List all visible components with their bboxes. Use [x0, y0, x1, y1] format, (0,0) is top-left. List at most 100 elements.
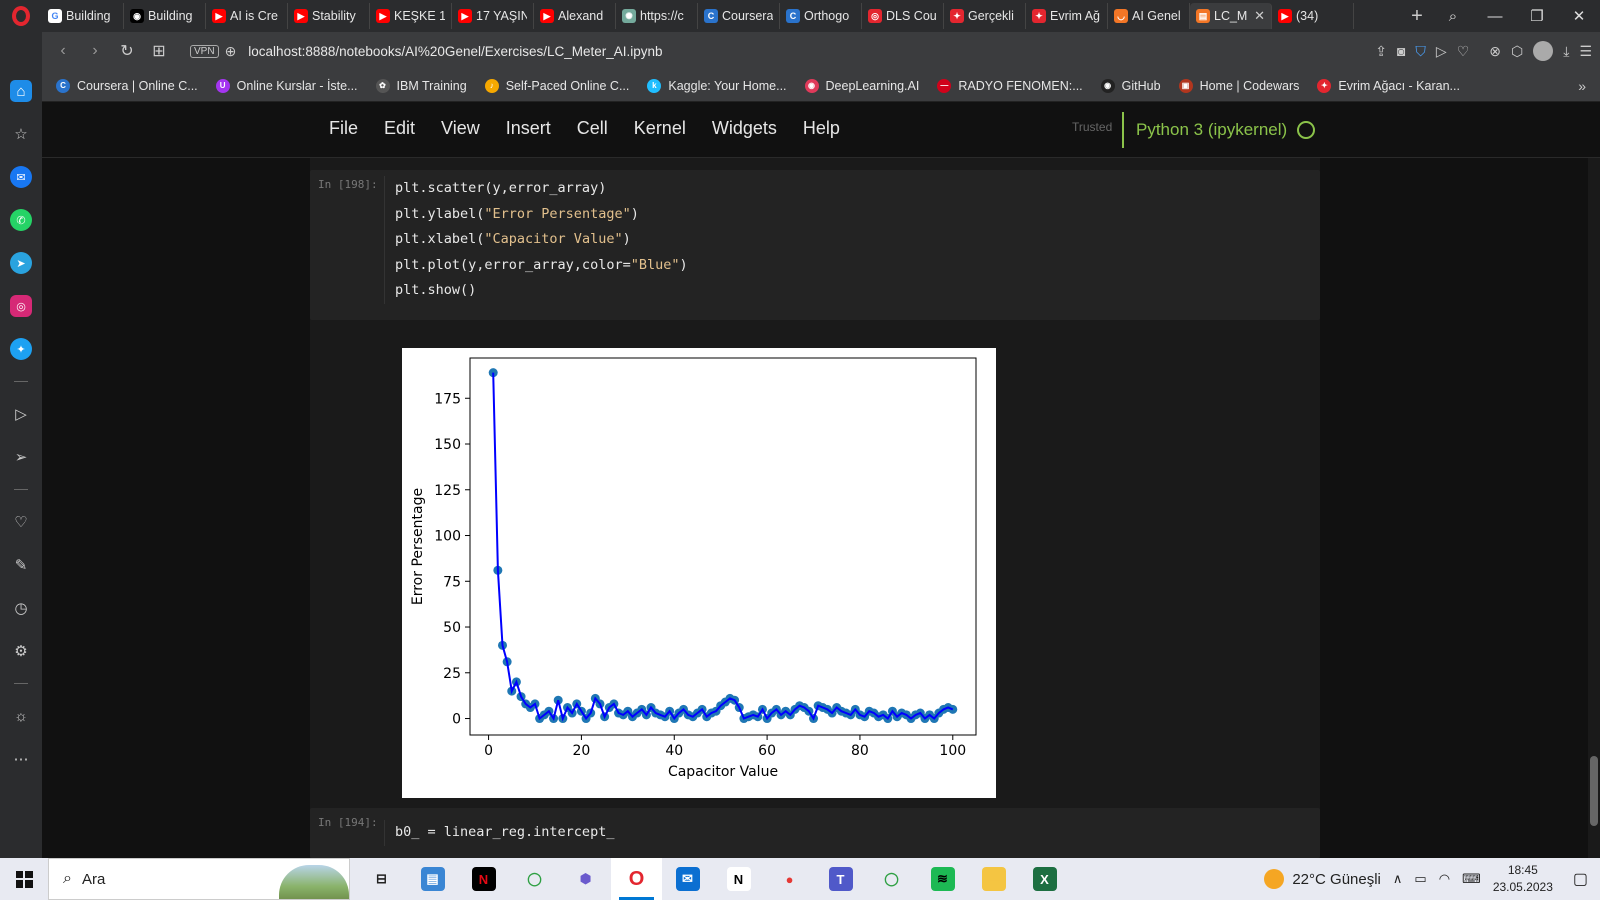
- trusted-indicator[interactable]: Trusted: [1072, 120, 1112, 134]
- browser-tab[interactable]: ▶ KEŞKE 1: [370, 3, 452, 29]
- minimize-button[interactable]: —: [1474, 8, 1516, 25]
- forward-arrow-icon[interactable]: ›: [82, 38, 108, 64]
- opera-menu-icon[interactable]: [0, 0, 42, 32]
- taskbar-app-explorer-blue[interactable]: ▤: [407, 858, 458, 900]
- code-editor[interactable]: plt.scatter(y,error_array) plt.ylabel("Er…: [384, 176, 1320, 304]
- menu-item-file[interactable]: File: [316, 118, 371, 139]
- browser-tab[interactable]: ◡ AI Genel: [1108, 3, 1190, 29]
- taskbar-app-tomato[interactable]: ●: [764, 858, 815, 900]
- menu-item-insert[interactable]: Insert: [493, 118, 564, 139]
- bookmark-item[interactable]: U Online Kurslar - İste...: [215, 78, 358, 93]
- taskbar-app-folder[interactable]: ▬: [968, 858, 1019, 900]
- speed-dial-icon[interactable]: ☆: [10, 123, 32, 145]
- start-button[interactable]: [0, 858, 48, 900]
- tray-chevron-icon[interactable]: ∧: [1393, 871, 1403, 887]
- browser-tab[interactable]: ▶ 17 YAŞIN: [452, 3, 534, 29]
- taskbar-app-spotify[interactable]: ≋: [917, 858, 968, 900]
- bookmark-item[interactable]: ♪ Self-Paced Online C...: [484, 78, 629, 93]
- player-icon[interactable]: ▷: [10, 403, 32, 425]
- browser-tab[interactable]: ◎ DLS Cou: [862, 3, 944, 29]
- browser-tab[interactable]: ▶ AI is Cre: [206, 3, 288, 29]
- send-icon[interactable]: ➢: [10, 446, 32, 468]
- reload-icon[interactable]: ↻: [114, 38, 140, 64]
- taskbar-app-mail[interactable]: ✉: [662, 858, 713, 900]
- taskbar-app-ring-green[interactable]: ◯: [509, 858, 560, 900]
- url-field[interactable]: localhost:8888/notebooks/AI%20Genel/Exer…: [248, 44, 1369, 59]
- weather-widget[interactable]: 22°C Güneşli: [1264, 869, 1381, 889]
- bookmark-item[interactable]: — RADYO FENOMEN:...: [937, 78, 1083, 93]
- lightbulb-icon[interactable]: ☼: [10, 705, 32, 727]
- close-tab-icon[interactable]: ✕: [1254, 8, 1265, 24]
- whatsapp-icon[interactable]: ✆: [10, 209, 32, 231]
- bookmark-heart-icon[interactable]: ♡: [1457, 43, 1470, 60]
- wifi-icon[interactable]: ◠: [1439, 871, 1450, 887]
- taskbar-app-notion[interactable]: N: [713, 858, 764, 900]
- settings-gear-icon[interactable]: ⚙: [10, 640, 32, 662]
- scrollbar-track[interactable]: [1588, 158, 1600, 858]
- browser-tab[interactable]: C Coursera: [698, 3, 780, 29]
- menu-item-cell[interactable]: Cell: [564, 118, 621, 139]
- extensions-icon[interactable]: ⬡: [1511, 43, 1523, 60]
- back-arrow-icon[interactable]: ‹: [50, 38, 76, 64]
- send-page-icon[interactable]: ▷: [1436, 43, 1447, 60]
- vpn-badge[interactable]: VPN: [190, 44, 219, 58]
- browser-tab[interactable]: ✺ https://c: [616, 3, 698, 29]
- taskbar-clock[interactable]: 18:45 23.05.2023: [1493, 862, 1553, 896]
- taskbar-app-taskview[interactable]: ⊟: [356, 858, 407, 900]
- pinboard-icon[interactable]: ✎: [10, 554, 32, 576]
- close-window-button[interactable]: ✕: [1558, 7, 1600, 25]
- history-icon[interactable]: ◷: [10, 597, 32, 619]
- taskbar-app-teams[interactable]: T: [815, 858, 866, 900]
- browser-tab[interactable]: ▶ (34): [1272, 3, 1354, 29]
- code-cell[interactable]: In [194]: b0_ = linear_reg.intercept_: [310, 808, 1320, 858]
- taskbar-app-ring-green-2[interactable]: ◯: [866, 858, 917, 900]
- taskbar-app-excel[interactable]: X: [1019, 858, 1070, 900]
- instagram-icon[interactable]: ◎: [10, 295, 32, 317]
- menu-item-view[interactable]: View: [428, 118, 493, 139]
- browser-tab[interactable]: ✦ Gerçekli: [944, 3, 1026, 29]
- browser-tab[interactable]: ▤ LC_M ✕: [1190, 3, 1272, 29]
- menu-item-help[interactable]: Help: [790, 118, 853, 139]
- scrollbar-thumb[interactable]: [1590, 756, 1598, 826]
- download-icon[interactable]: ⤓: [1563, 43, 1569, 60]
- notifications-icon[interactable]: ▢: [1573, 869, 1588, 889]
- menu-item-edit[interactable]: Edit: [371, 118, 428, 139]
- code-cell[interactable]: In [198]: plt.scatter(y,error_array) plt.…: [310, 170, 1320, 320]
- kernel-indicator[interactable]: Python 3 (ipykernel): [1122, 112, 1316, 148]
- taskbar-app-netflix[interactable]: N: [458, 858, 509, 900]
- taskbar-app-app-hex[interactable]: ⬢: [560, 858, 611, 900]
- browser-tab[interactable]: ▶ Stability: [288, 3, 370, 29]
- home-icon[interactable]: ⌂: [10, 80, 32, 102]
- browser-tab[interactable]: ◉ Building: [124, 3, 206, 29]
- taskbar-search[interactable]: ⌕ Ara: [48, 858, 350, 900]
- restore-button[interactable]: ❐: [1516, 7, 1558, 25]
- avatar[interactable]: [1533, 41, 1554, 61]
- camera-icon[interactable]: ◙: [1397, 43, 1405, 59]
- bookmark-item[interactable]: ◉ GitHub: [1100, 78, 1161, 93]
- browser-tab[interactable]: ▶ Alexand: [534, 3, 616, 29]
- bookmark-item[interactable]: ✦ Evrim Ağacı - Karan...: [1317, 78, 1460, 93]
- browser-tab[interactable]: C Orthogo: [780, 3, 862, 29]
- bookmarks-overflow-icon[interactable]: »: [1578, 78, 1586, 94]
- battery-icon[interactable]: ▭: [1414, 871, 1426, 887]
- tabs-grid-icon[interactable]: ⊞: [146, 38, 172, 64]
- menu-item-kernel[interactable]: Kernel: [621, 118, 699, 139]
- shield-icon[interactable]: ⛉: [1415, 43, 1426, 60]
- browser-tab[interactable]: G Building: [42, 3, 124, 29]
- keyboard-icon[interactable]: ⌨: [1462, 871, 1481, 887]
- bookmark-item[interactable]: ▣ Home | Codewars: [1178, 78, 1299, 93]
- messenger-icon[interactable]: ✉: [10, 166, 32, 188]
- bookmark-item[interactable]: k Kaggle: Your Home...: [647, 78, 787, 93]
- twitter-icon[interactable]: ✦: [10, 338, 32, 360]
- bookmark-item[interactable]: C Coursera | Online C...: [56, 78, 198, 93]
- customize-icon[interactable]: ☰: [1579, 43, 1592, 60]
- browser-tab[interactable]: ✦ Evrim Ağ: [1026, 3, 1108, 29]
- telegram-icon[interactable]: ➤: [10, 252, 32, 274]
- bookmark-item[interactable]: ◉ DeepLearning.AI: [804, 78, 919, 93]
- heart-icon[interactable]: ♡: [10, 511, 32, 533]
- new-tab-button[interactable]: +: [1402, 5, 1432, 28]
- tab-search-icon[interactable]: ⌕: [1432, 8, 1474, 25]
- bookmark-item[interactable]: ✿ IBM Training: [375, 78, 467, 93]
- taskbar-app-opera[interactable]: O: [611, 858, 662, 900]
- share-icon[interactable]: ⇪: [1375, 43, 1387, 60]
